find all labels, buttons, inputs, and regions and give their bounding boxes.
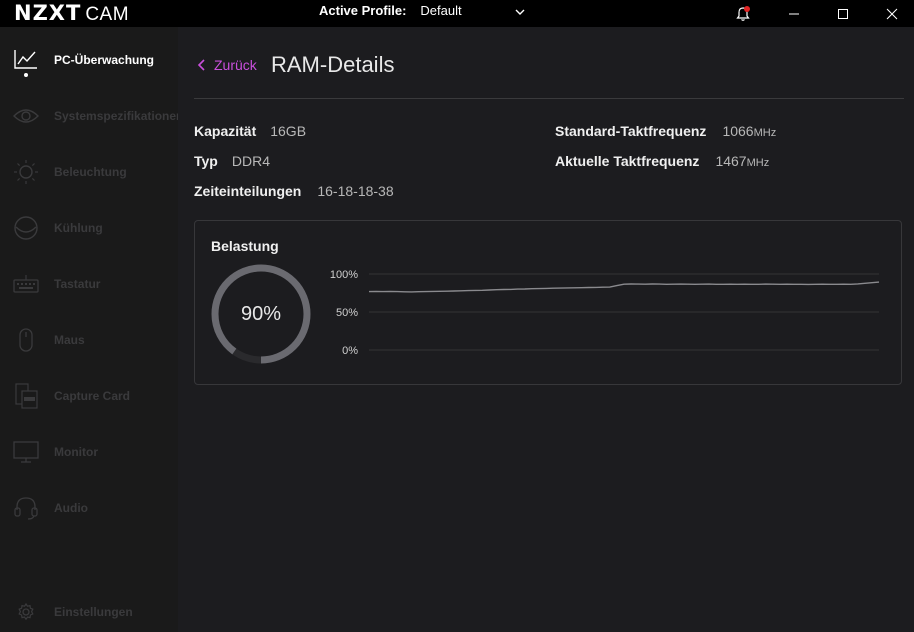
sidebar-item-audio[interactable]: Audio — [0, 488, 178, 528]
notification-button[interactable] — [720, 0, 766, 27]
active-indicator — [24, 73, 28, 77]
profile-label: Active Profile: — [319, 3, 407, 18]
nzxt-logo: NZXT — [14, 1, 82, 25]
maximize-icon — [838, 8, 848, 19]
spec-unit: MHz — [753, 127, 777, 139]
gauge-value: 90% — [240, 302, 282, 325]
maximize-button[interactable] — [820, 0, 866, 27]
notification-dot — [744, 5, 750, 12]
close-button[interactable] — [869, 0, 914, 27]
minimize-icon — [789, 13, 799, 14]
keyboard-icon — [12, 270, 40, 298]
page-title: RAM-Details — [271, 52, 395, 77]
chevron-left-icon — [197, 59, 205, 71]
sidebar-item-lighting[interactable]: Beleuchtung — [0, 152, 178, 192]
eye-icon — [12, 102, 40, 130]
mouse-icon — [12, 326, 40, 354]
sidebar-item-capture-card[interactable]: Capture Card — [0, 376, 178, 416]
back-label: Zurück — [214, 57, 257, 73]
sidebar-item-keyboard[interactable]: Tastatur — [0, 264, 178, 304]
sidebar-item-monitor[interactable]: Monitor — [0, 432, 178, 472]
sidebar-item-cooling[interactable]: Kühlung — [0, 208, 178, 248]
app-window: NZXT CAM Active Profile: Default PC-Über… — [0, 0, 914, 632]
sidebar-item-label: Systemspezifikationen — [54, 109, 184, 123]
spec-value: 16GB — [270, 123, 307, 139]
spec-value: DDR4 — [231, 153, 270, 169]
sun-icon — [12, 158, 40, 186]
brand-logo: NZXT CAM — [14, 1, 129, 25]
spec-value: 1066 — [722, 123, 754, 139]
minimize-button[interactable] — [771, 0, 817, 27]
load-chart: 100% 50% 0% — [330, 269, 880, 357]
load-panel: Belastung 90% 100% 50% 0% — [194, 220, 902, 385]
bell-icon — [736, 5, 750, 21]
sidebar: PC-Überwachung Systemspezifikationen Bel… — [0, 27, 183, 632]
y-tick-label: 0% — [342, 345, 358, 357]
cooling-fan-icon — [12, 214, 40, 242]
spec-value: 1467 — [715, 153, 747, 169]
line-chart-icon — [12, 46, 40, 74]
back-button[interactable]: Zurück — [196, 57, 257, 73]
spec-label: Typ — [194, 153, 218, 169]
spec-unit: MHz — [746, 157, 770, 169]
sidebar-item-label: Maus — [54, 333, 85, 347]
chevron-down-icon[interactable] — [513, 5, 527, 19]
profile-selector[interactable]: Active Profile: Default — [319, 3, 525, 18]
sidebar-item-label: Capture Card — [54, 389, 131, 403]
main-content: Zurück RAM-Details Kapazität 16GB Typ DDR4… — [178, 27, 914, 632]
app-name: CAM — [85, 4, 130, 25]
spec-label: Kapazität — [194, 123, 257, 139]
header-divider — [194, 98, 904, 99]
sidebar-item-label: PC-Überwachung — [54, 53, 155, 67]
spec-current-frequency: Aktuelle Taktfrequenz 1467MHz — [555, 153, 769, 169]
monitor-icon — [12, 438, 40, 466]
capture-card-icon — [12, 382, 40, 410]
sidebar-item-system-specs[interactable]: Systemspezifikationen — [0, 96, 183, 136]
spec-label: Zeiteinteilungen — [194, 183, 302, 199]
gear-icon — [12, 598, 40, 626]
sidebar-item-label: Kühlung — [54, 221, 103, 235]
sidebar-item-settings[interactable]: Einstellungen — [0, 592, 178, 632]
profile-value: Default — [420, 3, 462, 18]
sidebar-item-label: Audio — [54, 501, 88, 515]
sidebar-item-mouse[interactable]: Maus — [0, 320, 178, 360]
settings-label: Einstellungen — [54, 605, 133, 619]
spec-capacity: Kapazität 16GB — [194, 123, 306, 139]
y-tick-label: 50% — [336, 307, 358, 319]
load-title: Belastung — [211, 238, 279, 254]
spec-type: Typ DDR4 — [194, 153, 270, 169]
series-line — [368, 281, 880, 293]
y-tick-label: 100% — [330, 269, 358, 281]
spec-timings: Zeiteinteilungen 16-18-18-38 — [194, 183, 394, 199]
spec-label: Aktuelle Taktfrequenz — [555, 153, 700, 169]
spec-label: Standard-Taktfrequenz — [555, 123, 707, 139]
spec-standard-frequency: Standard-Taktfrequenz 1066MHz — [555, 123, 776, 139]
sidebar-item-label: Tastatur — [54, 277, 101, 291]
sidebar-item-label: Beleuchtung — [54, 165, 127, 179]
sidebar-item-label: Monitor — [54, 445, 98, 459]
spec-value: 16-18-18-38 — [317, 183, 394, 199]
headset-icon — [12, 494, 40, 522]
close-icon — [886, 8, 898, 19]
title-bar: NZXT CAM Active Profile: Default — [0, 0, 914, 27]
